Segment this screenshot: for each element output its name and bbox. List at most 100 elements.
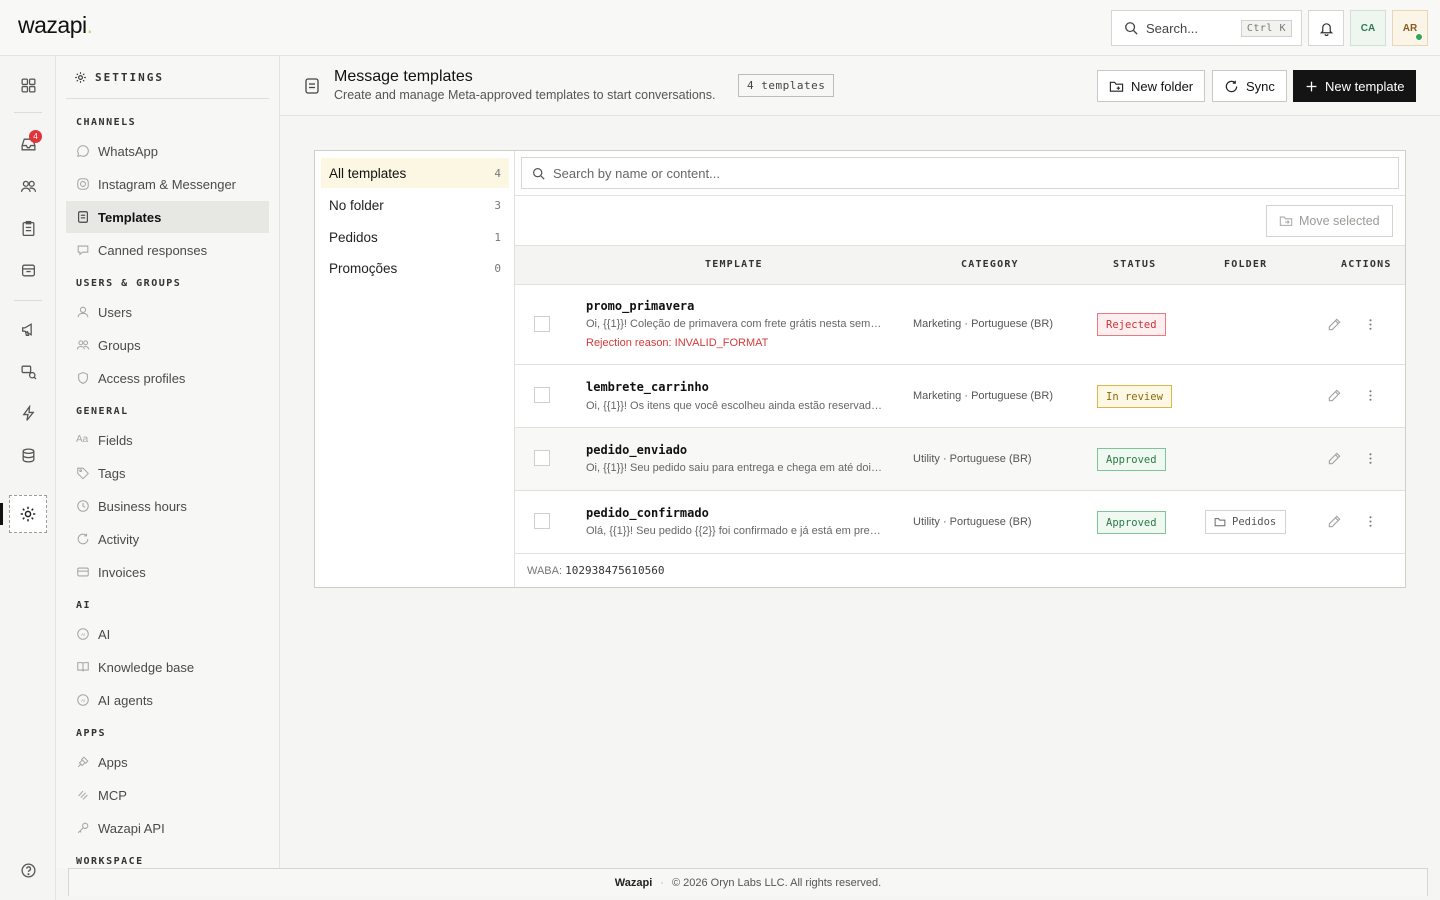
folder-chip[interactable]: Pedidos [1205,510,1287,534]
shield-icon [76,371,90,385]
table-header: TEMPLATE CATEGORY STATUS FOLDER ACTIONS [515,245,1405,285]
rail-help[interactable] [12,854,44,886]
footer: Wazapi · © 2026 Oryn Labs LLC. All right… [68,868,1428,896]
sidebar-item-tags[interactable]: Tags [66,457,269,489]
more-actions-button[interactable] [1363,388,1378,403]
kebab-icon [1363,451,1378,466]
template-body: Oi, {{1}}! Seu pedido saiu para entrega … [586,462,886,474]
ai-icon: AI [76,627,90,641]
row-checkbox[interactable] [534,450,550,466]
global-search[interactable]: Search... Ctrl K [1111,10,1302,46]
kebab-icon [1363,388,1378,403]
row-checkbox[interactable] [534,316,550,332]
sidebar-item-templates[interactable]: Templates [66,201,269,233]
template-search-input[interactable]: Search by name or content... [521,157,1399,189]
rail-automations[interactable] [12,355,44,387]
sidebar-item-canned-responses[interactable]: Canned responses [66,234,269,266]
reply-icon [76,243,90,257]
plug-icon [76,755,90,769]
sidebar-item-wazapi-api[interactable]: Wazapi API [66,812,269,844]
template-name: pedido_confirmado [586,506,709,520]
table-row[interactable]: lembrete_carrinho Oi, {{1}}! Os itens qu… [515,365,1405,428]
sidebar-item-instagram[interactable]: Instagram & Messenger [66,168,269,200]
page-subtitle: Create and manage Meta-approved template… [334,88,716,102]
sidebar-item-knowledge-base[interactable]: Knowledge base [66,651,269,683]
agent-icon: AI [76,693,90,707]
move-selected-button[interactable]: Move selected [1266,205,1393,237]
more-actions-button[interactable] [1363,451,1378,466]
rail-tasks[interactable] [12,212,44,244]
pencil-icon [1327,451,1342,466]
sidebar-item-apps[interactable]: Apps [66,746,269,778]
rail-settings[interactable] [9,495,47,533]
pencil-icon [1327,514,1342,529]
search-icon [1124,21,1138,35]
page-title: Message templates [334,68,473,85]
sidebar-item-users[interactable]: Users [66,296,269,328]
folder-no-folder[interactable]: No folder 3 [321,190,509,220]
avatar-ca[interactable]: CA [1350,10,1386,46]
rail-campaigns[interactable] [12,313,44,345]
search-icon [532,167,553,180]
new-template-button[interactable]: New template [1293,70,1417,102]
whatsapp-icon [76,144,90,158]
clipboard-icon [20,220,37,237]
more-actions-button[interactable] [1363,514,1378,529]
book-icon [76,660,90,674]
rail-store[interactable] [12,254,44,286]
rail-integrations[interactable] [12,397,44,429]
search-placeholder: Search... [1146,20,1199,36]
folder-plus-icon [1109,79,1131,94]
rail-inbox[interactable]: 4 [12,128,44,160]
folder-pedidos[interactable]: Pedidos 1 [321,222,509,252]
section-apps: APPS [76,728,107,739]
rail-database[interactable] [12,439,44,471]
template-body: Oi, {{1}}! Coleção de primavera com fret… [586,318,886,330]
section-general: GENERAL [76,406,129,417]
edit-button[interactable] [1327,388,1342,403]
rejection-reason: Rejection reason: INVALID_FORMAT [586,337,769,349]
table-row[interactable]: pedido_confirmado Olá, {{1}}! Seu pedido… [515,491,1405,554]
avatar-ar[interactable]: AR [1392,10,1428,46]
refresh-icon [1224,79,1246,94]
folder-all-templates[interactable]: All templates 4 [321,158,509,188]
footer-brand[interactable]: Wazapi [615,877,653,889]
top-bar: wazapi. Search... Ctrl K CA AR [0,0,1440,56]
footer-copyright: © 2026 Oryn Labs LLC. All rights reserve… [671,876,882,889]
waba-info: WABA: 102938475610560 [527,564,665,577]
folder-promocoes[interactable]: Promoções 0 [321,253,509,283]
table-row[interactable]: pedido_enviado Oi, {{1}}! Seu pedido sai… [515,428,1405,491]
sidebar-item-whatsapp[interactable]: WhatsApp [66,135,269,167]
more-actions-button[interactable] [1363,317,1378,332]
grid-icon [20,77,37,94]
sidebar-item-access-profiles[interactable]: Access profiles [66,362,269,394]
edit-button[interactable] [1327,514,1342,529]
store-icon [20,262,37,279]
rail-contacts[interactable] [12,170,44,202]
table-row[interactable]: promo_primavera Oi, {{1}}! Coleção de pr… [515,285,1405,365]
row-checkbox[interactable] [534,387,550,403]
new-folder-button[interactable]: New folder [1097,70,1206,102]
sidebar-item-business-hours[interactable]: Business hours [66,490,269,522]
edit-button[interactable] [1327,451,1342,466]
sync-button[interactable]: Sync [1212,70,1287,102]
sidebar-item-groups[interactable]: Groups [66,329,269,361]
template-name: promo_primavera [586,299,695,313]
rail-dashboard[interactable] [12,69,44,101]
sidebar-item-fields[interactable]: Aa Fields [66,424,269,456]
tag-icon [76,466,90,480]
sidebar-item-mcp[interactable]: MCP [66,779,269,811]
lightning-icon [20,404,37,422]
row-checkbox[interactable] [534,513,550,529]
app-logo[interactable]: wazapi. [18,12,93,39]
sidebar-item-activity[interactable]: Activity [66,523,269,555]
bell-icon [1319,21,1334,36]
help-icon [20,862,37,879]
sidebar-item-ai-agents[interactable]: AI AI agents [66,684,269,716]
notifications-button[interactable] [1308,10,1344,46]
col-category: CATEGORY [961,259,1019,270]
sidebar-item-invoices[interactable]: Invoices [66,556,269,588]
sidebar-item-ai[interactable]: AI AI [66,618,269,650]
edit-button[interactable] [1327,317,1342,332]
group-icon [76,338,90,352]
